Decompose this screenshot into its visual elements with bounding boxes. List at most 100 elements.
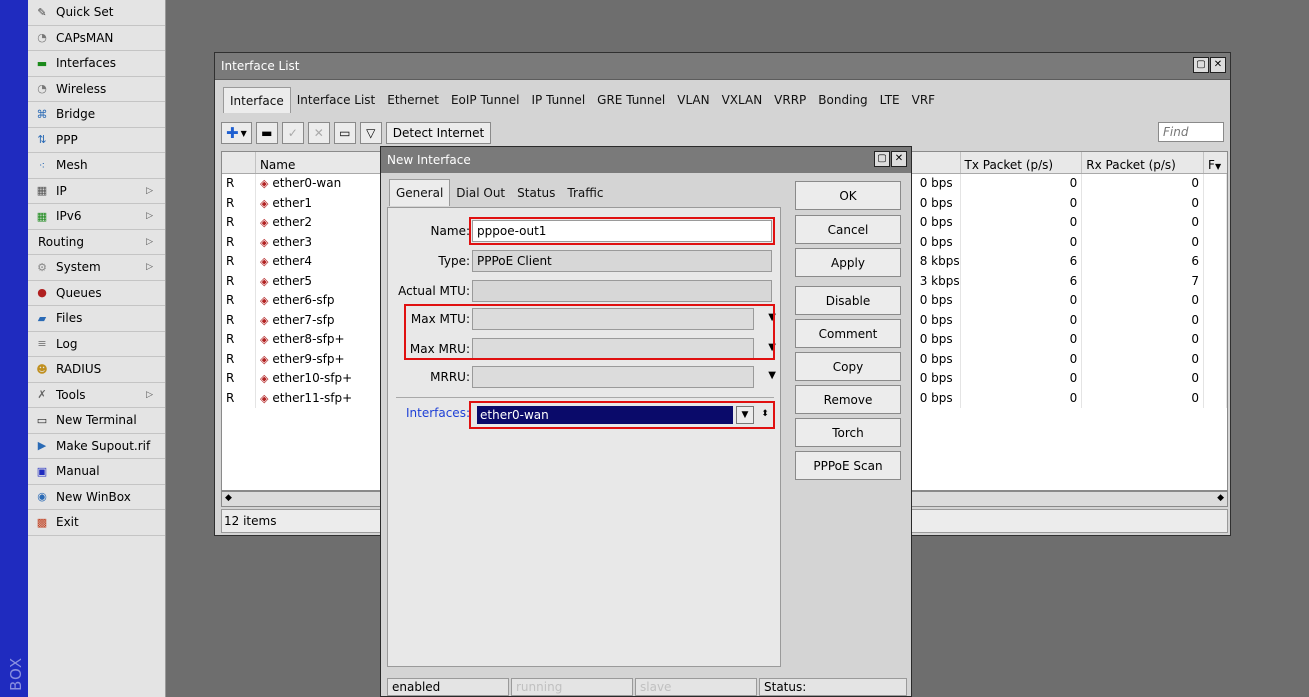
max-mru-input[interactable] <box>472 338 754 360</box>
scroll-left-icon[interactable]: ◆ <box>225 493 232 503</box>
tab-eoip-tunnel[interactable]: EoIP Tunnel <box>445 87 526 113</box>
disable-button[interactable]: ✕ <box>307 122 330 144</box>
close-icon[interactable]: ✕ <box>891 151 907 167</box>
tab-status[interactable]: Status <box>511 179 561 206</box>
interfaces-updown-icon[interactable]: ⬍ <box>756 406 774 424</box>
max-mru-dropdown-icon[interactable]: ▼ <box>768 342 776 353</box>
menu-item-ip[interactable]: ▦ IP ▷ <box>28 179 165 204</box>
cell-tx-text: 0 <box>1069 351 1078 366</box>
ok-button[interactable]: OK <box>795 181 901 210</box>
cell-rx: 0 <box>1082 232 1205 252</box>
menu-item-label: Queues <box>56 285 102 300</box>
col-more[interactable]: F▼ <box>1204 152 1227 173</box>
menu-item-capsman[interactable]: ◔ CAPsMAN <box>28 26 165 51</box>
pppoe-scan-button[interactable]: PPPoE Scan <box>795 451 901 480</box>
tab-bonding[interactable]: Bonding <box>812 87 873 113</box>
menu-item-label: Log <box>56 336 78 351</box>
cell-flag: R <box>222 310 256 330</box>
apply-button[interactable]: Apply <box>795 248 901 277</box>
maximize-icon[interactable]: ▢ <box>1193 57 1209 73</box>
enable-button[interactable]: ✓ <box>281 122 304 144</box>
mrru-dropdown-icon[interactable]: ▼ <box>768 370 776 381</box>
menu-item-label: Manual <box>56 464 100 479</box>
cell-tx: 6 <box>961 252 1083 272</box>
menu-item-interfaces[interactable]: ▬ Interfaces <box>28 51 165 77</box>
maximize-icon[interactable]: ▢ <box>874 151 890 167</box>
ethernet-icon: ◈ <box>259 235 269 249</box>
menu-item-make-supout-rif[interactable]: ▶ Make Supout.rif <box>28 434 165 459</box>
menu-item-log[interactable]: ≡ Log <box>28 332 165 357</box>
window-title-bar[interactable]: Interface List ▢ ✕ <box>215 53 1230 80</box>
name-input[interactable]: pppoe-out1 <box>472 220 772 242</box>
col-rx-packet[interactable]: Rx Packet (p/s) <box>1082 152 1205 173</box>
dialog-title-bar[interactable]: New Interface ▢ ✕ <box>381 147 911 173</box>
menu-item-system[interactable]: ⚙ System ▷ <box>28 255 165 281</box>
interfaces-select[interactable]: ether0-wan <box>477 406 733 424</box>
tab-vlan[interactable]: VLAN <box>671 87 715 113</box>
menu-item-manual[interactable]: ▣ Manual <box>28 459 165 485</box>
menu-item-tools[interactable]: ✗ Tools ▷ <box>28 383 165 408</box>
menu-item-ipv6[interactable]: ▦ IPv6 ▷ <box>28 204 165 230</box>
menu-item-ppp[interactable]: ⇅ PPP <box>28 128 165 153</box>
tab-ip-tunnel[interactable]: IP Tunnel <box>526 87 592 113</box>
cell-tx: 0 <box>961 388 1083 408</box>
tab-vrf[interactable]: VRF <box>906 87 941 113</box>
interfaces-dropdown-icon[interactable]: ▼ <box>736 406 754 424</box>
disable-button[interactable]: Disable <box>795 286 901 315</box>
menu-item-mesh[interactable]: ⁖ Mesh <box>28 153 165 179</box>
wand-icon: ✎ <box>37 5 47 19</box>
comment-button[interactable]: Comment <box>795 319 901 348</box>
menu-item-files[interactable]: ▰ Files <box>28 306 165 332</box>
tab-gre-tunnel[interactable]: GRE Tunnel <box>591 87 671 113</box>
tab-vxlan[interactable]: VXLAN <box>716 87 769 113</box>
menu-item-wireless[interactable]: ◔ Wireless <box>28 77 165 102</box>
mrru-input[interactable] <box>472 366 754 388</box>
col-flag[interactable] <box>222 152 256 173</box>
tab-traffic[interactable]: Traffic <box>561 179 609 206</box>
menu-item-new-terminal[interactable]: ▭ New Terminal <box>28 408 165 434</box>
tab-interface-list[interactable]: Interface List <box>291 87 382 113</box>
max-mtu-input[interactable] <box>472 308 754 330</box>
comment-button[interactable]: ▭ <box>333 122 356 144</box>
tab-interface[interactable]: Interface <box>223 87 291 113</box>
dialog-title: New Interface <box>387 153 471 167</box>
actual-mtu-field <box>472 280 772 302</box>
menu-item-bridge[interactable]: ⌘ Bridge <box>28 102 165 128</box>
tab-ethernet[interactable]: Ethernet <box>381 87 445 113</box>
filter-button[interactable]: ▽ <box>359 122 382 144</box>
cell-name-text: ether8-sfp+ <box>272 332 345 346</box>
tab-general[interactable]: General <box>389 179 451 206</box>
detect-internet-button[interactable]: Detect Internet <box>385 122 492 144</box>
add-button[interactable]: ✚ ▼ <box>221 122 252 144</box>
cell-rx: 0 <box>1082 193 1205 213</box>
copy-button[interactable]: Copy <box>795 352 901 381</box>
tab-vrrp[interactable]: VRRP <box>768 87 812 113</box>
tab-lte[interactable]: LTE <box>874 87 906 113</box>
menu-item-radius[interactable]: ☻ RADIUS <box>28 357 165 383</box>
col-tx-packet[interactable]: Tx Packet (p/s) <box>961 152 1083 173</box>
max-mtu-dropdown-icon[interactable]: ▼ <box>768 312 776 323</box>
col-name[interactable]: Name <box>256 152 382 173</box>
menu-item-new-winbox[interactable]: ◉ New WinBox <box>28 485 165 510</box>
cell-name: ◈ ether7-sfp <box>256 310 382 330</box>
menu-item-routing[interactable]: Routing ▷ <box>28 230 165 255</box>
menu-item-quick-set[interactable]: ✎ Quick Set <box>28 0 165 26</box>
find-input[interactable]: Find <box>1158 122 1224 142</box>
cell-name: ◈ ether5 <box>256 271 382 291</box>
menu-item-queues[interactable]: ● Queues <box>28 281 165 306</box>
cell-tx-text: 0 <box>1069 215 1078 229</box>
cell-flag: R <box>222 232 256 252</box>
interfaces-label[interactable]: Interfaces: <box>406 406 470 420</box>
close-icon[interactable]: ✕ <box>1210 57 1226 73</box>
cell-name: ◈ ether8-sfp+ <box>256 330 382 350</box>
cancel-button[interactable]: Cancel <box>795 215 901 244</box>
menu-item-exit[interactable]: ▩ Exit <box>28 510 165 536</box>
menu-item-label: Tools <box>56 387 86 402</box>
tab-dial-out[interactable]: Dial Out <box>450 179 511 206</box>
cell-flag-text: R <box>226 390 235 405</box>
dialog-status-bar: enabled running slave Status: <box>387 678 907 696</box>
remove-button[interactable]: Remove <box>795 385 901 414</box>
remove-button[interactable]: ▬ <box>255 122 278 144</box>
scroll-right-icon[interactable]: ◆ <box>1217 493 1224 503</box>
torch-button[interactable]: Torch <box>795 418 901 447</box>
